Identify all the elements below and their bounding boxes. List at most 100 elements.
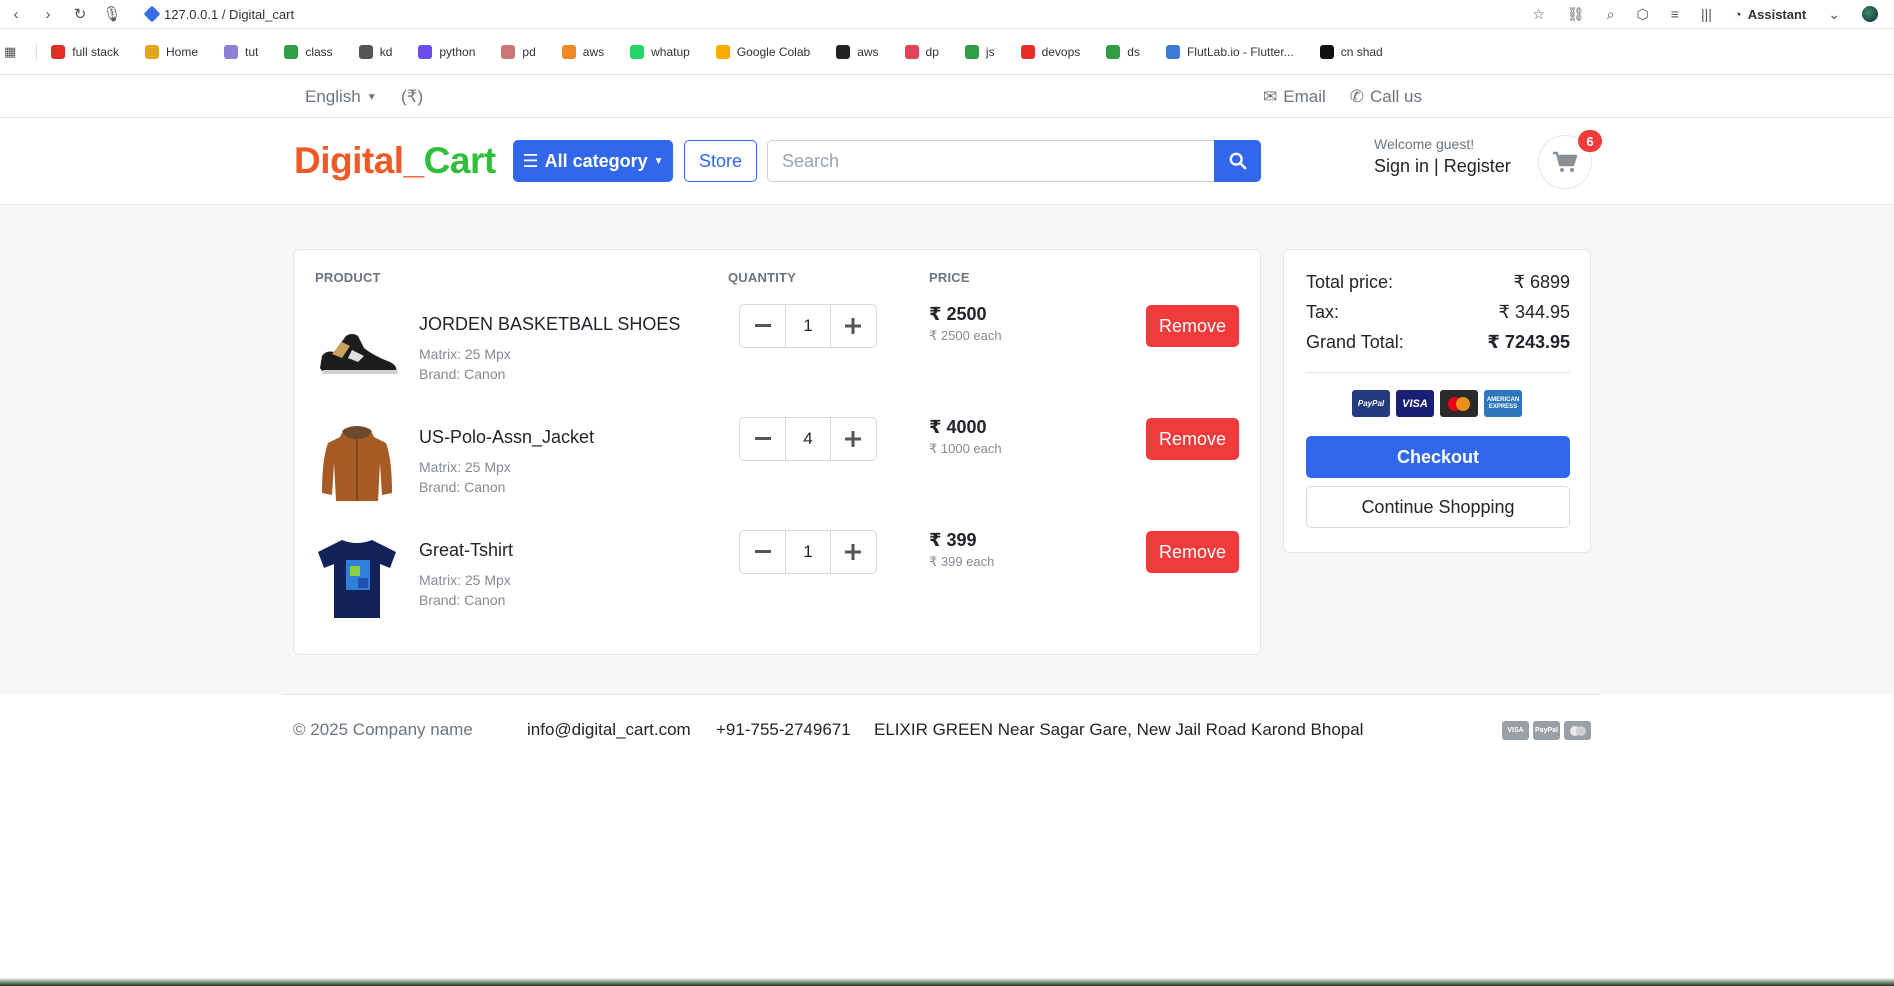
audio-icon[interactable]: ||| bbox=[1701, 6, 1712, 22]
back-icon[interactable]: ‹ bbox=[0, 6, 32, 23]
bookmark-favicon-icon bbox=[715, 44, 730, 59]
bookmark-item[interactable]: FlutLab.io - Flutter... bbox=[1165, 44, 1294, 59]
menu-list-icon[interactable]: ≡ bbox=[1671, 6, 1679, 22]
language-select[interactable]: English ▼ bbox=[305, 87, 377, 107]
remove-button[interactable]: Remove bbox=[1146, 418, 1239, 460]
increase-button[interactable] bbox=[831, 305, 876, 347]
bookmark-label: aws bbox=[857, 44, 879, 59]
store-button[interactable]: Store bbox=[684, 140, 757, 182]
footer-email[interactable]: info@digital_cart.com bbox=[527, 720, 691, 740]
extensions-icon[interactable]: ⬡ bbox=[1637, 6, 1649, 23]
product-matrix: Matrix: 25 Mpx bbox=[419, 572, 511, 588]
bookmark-item[interactable]: aws bbox=[561, 44, 604, 59]
plus-icon bbox=[845, 544, 862, 560]
header-price: PRICE bbox=[929, 270, 970, 285]
search-button[interactable] bbox=[1214, 140, 1261, 182]
bookmark-label: ds bbox=[1127, 44, 1140, 59]
reload-icon[interactable]: ↻ bbox=[64, 5, 96, 23]
line-price: ₹ 4000 bbox=[929, 417, 987, 437]
chevron-down-icon[interactable]: ⌄ bbox=[1828, 6, 1840, 23]
auth-links: Sign in | Register bbox=[1374, 156, 1511, 176]
email-link[interactable]: ✉ Email bbox=[1263, 87, 1326, 107]
bookmark-favicon-icon bbox=[224, 44, 238, 59]
email-label: Email bbox=[1283, 87, 1326, 106]
bookmark-item[interactable]: whatup bbox=[630, 44, 690, 59]
quantity-value[interactable]: 1 bbox=[785, 531, 831, 573]
increase-button[interactable] bbox=[831, 418, 876, 460]
continue-shopping-button[interactable]: Continue Shopping bbox=[1306, 486, 1570, 528]
bookmark-item[interactable]: aws bbox=[836, 44, 879, 59]
register-link[interactable]: Register bbox=[1444, 156, 1511, 176]
unit-price: ₹ 1000 each bbox=[929, 441, 1002, 456]
assistant-button[interactable]: ◔ Assistant bbox=[1734, 7, 1806, 22]
bookmark-label: whatup bbox=[651, 44, 690, 59]
decrease-button[interactable] bbox=[740, 418, 785, 460]
search-input[interactable]: Search bbox=[767, 140, 1215, 182]
increase-button[interactable] bbox=[831, 531, 876, 573]
footer-phone[interactable]: +91-755-2749671 bbox=[716, 720, 851, 740]
bookmark-item[interactable]: Home bbox=[144, 44, 198, 59]
bookmark-item[interactable]: class bbox=[284, 44, 333, 59]
bookmark-item[interactable]: python bbox=[418, 44, 475, 59]
bookmark-item[interactable]: cn shad bbox=[1319, 44, 1383, 59]
bookmark-item[interactable]: dp bbox=[904, 44, 939, 59]
sign-in-link[interactable]: Sign in bbox=[1374, 156, 1429, 176]
bookmark-favicon-icon bbox=[51, 44, 66, 59]
address-bar[interactable]: 127.0.0.1 / Digital_cart bbox=[143, 5, 294, 23]
bookmark-label: devops bbox=[1041, 44, 1081, 59]
tax-value: ₹ 344.95 bbox=[1498, 302, 1570, 322]
decrease-button[interactable] bbox=[740, 531, 785, 573]
bookmark-favicon-icon bbox=[630, 44, 645, 59]
bookmark-favicon-icon bbox=[836, 44, 851, 59]
bookmark-item[interactable]: devops bbox=[1020, 44, 1081, 59]
bookmark-item[interactable]: kd bbox=[358, 44, 392, 59]
bookmark-favicon-icon bbox=[964, 44, 979, 59]
lens-icon[interactable]: ⌕ bbox=[1607, 6, 1615, 23]
product-name[interactable]: Great-Tshirt bbox=[419, 540, 513, 561]
quantity-value[interactable]: 1 bbox=[785, 305, 831, 347]
remove-button[interactable]: Remove bbox=[1146, 305, 1239, 347]
quantity-stepper: 1 bbox=[739, 304, 877, 348]
bookmark-item[interactable]: pd bbox=[501, 44, 536, 59]
logo[interactable]: Digital_Cart bbox=[294, 140, 496, 182]
star-icon[interactable]: ☆ bbox=[1532, 6, 1545, 23]
bookmark-item[interactable]: js bbox=[964, 44, 995, 59]
unit-price: ₹ 399 each bbox=[929, 554, 995, 569]
line-price: ₹ 2500 bbox=[929, 304, 987, 324]
quantity-value[interactable]: 4 bbox=[785, 418, 831, 460]
mastercard-circles-icon bbox=[1569, 725, 1586, 736]
remove-button[interactable]: Remove bbox=[1146, 531, 1239, 573]
currency-label[interactable]: (₹) bbox=[401, 87, 423, 107]
bookmark-item[interactable]: tut bbox=[224, 44, 258, 59]
call-link[interactable]: ✆ Call us bbox=[1350, 87, 1422, 107]
product-name[interactable]: JORDEN BASKETBALL SHOES bbox=[419, 314, 680, 335]
phone-icon: ✆ bbox=[1349, 87, 1365, 106]
header-product: PRODUCT bbox=[315, 270, 381, 285]
link-icon[interactable]: ⛓ bbox=[1567, 6, 1585, 23]
bookmark-item[interactable]: ds bbox=[1106, 44, 1140, 59]
all-category-button[interactable]: ☰ All category ▼ bbox=[513, 140, 673, 182]
minus-icon bbox=[754, 437, 771, 440]
cart-row: Great-Tshirt Matrix: 25 Mpx Brand: Canon… bbox=[294, 526, 1262, 636]
checkout-button[interactable]: Checkout bbox=[1306, 436, 1570, 478]
taskbar-edge bbox=[0, 978, 1894, 986]
product-matrix: Matrix: 25 Mpx bbox=[419, 346, 511, 362]
bookmark-item[interactable]: Google Colab bbox=[715, 44, 810, 59]
bookmark-item[interactable]: full stack bbox=[51, 44, 119, 59]
product-name[interactable]: US-Polo-Assn_Jacket bbox=[419, 427, 594, 448]
microphone-icon[interactable]: 🎙 bbox=[96, 5, 128, 23]
apps-grid-icon[interactable]: ▦ bbox=[4, 44, 16, 60]
profile-avatar[interactable] bbox=[1862, 6, 1878, 22]
total-price-value: ₹ 6899 bbox=[1513, 272, 1571, 292]
product-image-tshirt bbox=[318, 540, 396, 618]
forward-icon[interactable]: › bbox=[32, 6, 64, 23]
decrease-button[interactable] bbox=[740, 305, 785, 347]
product-image-jacket bbox=[322, 426, 392, 501]
url-text[interactable]: 127.0.0.1 / Digital_cart bbox=[164, 7, 294, 22]
bookmark-label: dp bbox=[925, 44, 939, 59]
mastercard-icon: mastercard bbox=[1564, 721, 1591, 740]
assistant-icon: ◔ bbox=[1733, 6, 1742, 22]
order-summary: Total price: ₹ 6899 Tax: ₹ 344.95 Grand … bbox=[1283, 249, 1591, 553]
tax-label: Tax: bbox=[1306, 302, 1340, 322]
amex-icon: AMERICAN EXPRESS bbox=[1484, 390, 1522, 417]
